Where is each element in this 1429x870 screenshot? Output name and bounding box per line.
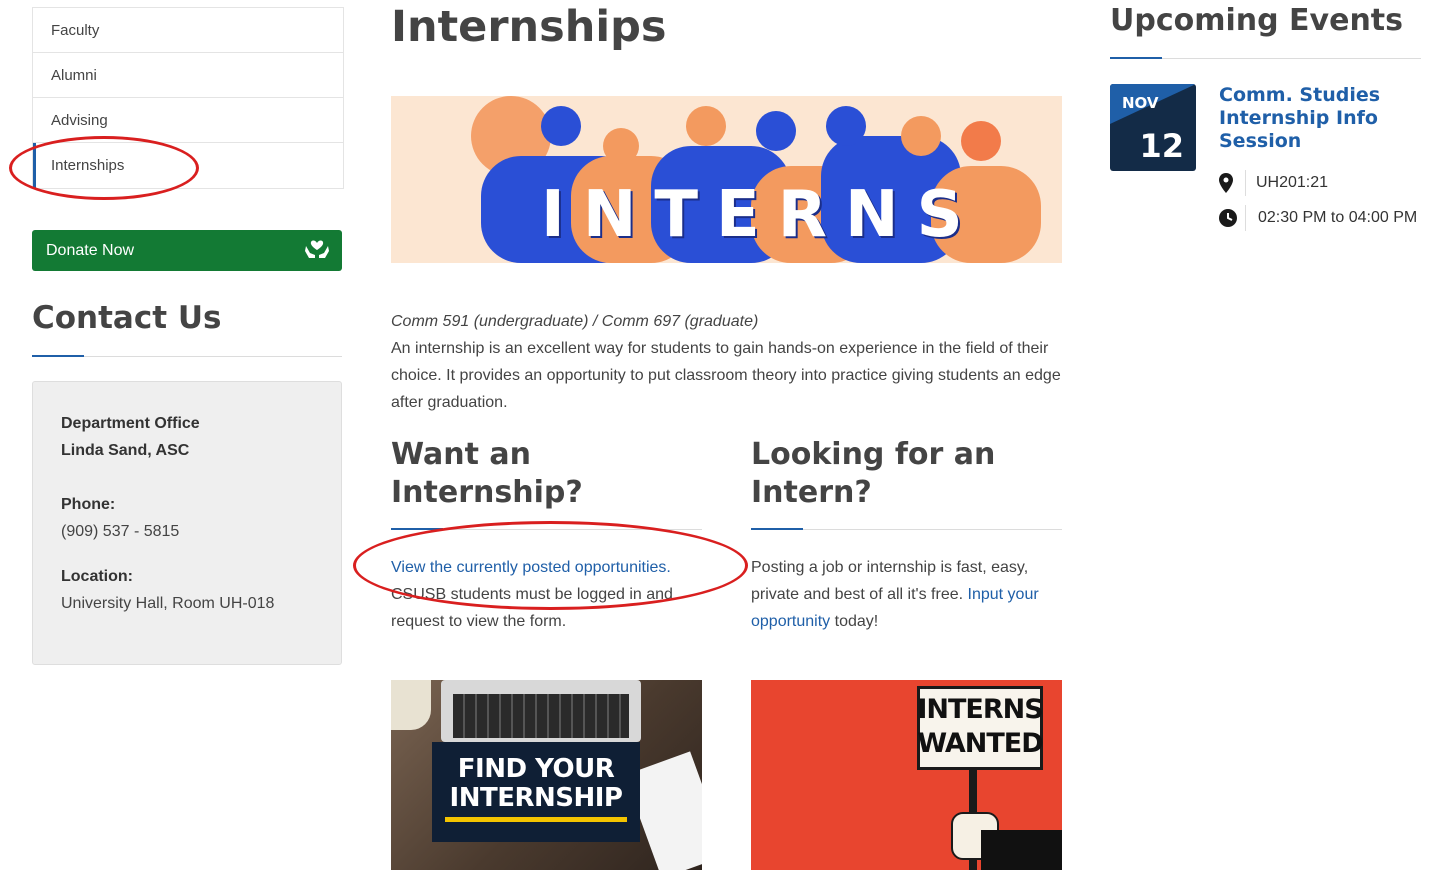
- title-line: Intern?: [751, 475, 872, 510]
- event-location-row: UH201:21: [1219, 170, 1328, 196]
- contact-box: Department Office Linda Sand, ASC Phone:…: [32, 381, 342, 665]
- login-note: CSUSB students must be logged in and req…: [391, 586, 673, 630]
- interns-wanted-image[interactable]: INTERNS WANTED: [751, 680, 1062, 870]
- image-caption: INTERNS: [917, 694, 1043, 725]
- intro-text: An internship is an excellent way for st…: [391, 340, 1061, 411]
- posting-text-end: today!: [834, 613, 879, 630]
- sidebar-item-label: Advising: [51, 111, 108, 129]
- divider-accent: [751, 528, 803, 530]
- contact-person: Linda Sand, ASC: [61, 442, 190, 459]
- course-codes: Comm 591 (undergraduate) / Comm 697 (gra…: [391, 313, 759, 330]
- sidebar-item-label: Alumni: [51, 66, 97, 84]
- phone-label: Phone:: [61, 496, 116, 513]
- donate-label: Donate Now: [46, 241, 135, 259]
- event-date-badge: NOV 12: [1110, 84, 1196, 171]
- event-title-link[interactable]: Comm. Studies Internship Info Session: [1219, 84, 1389, 153]
- map-pin-icon: [1219, 173, 1239, 193]
- sidebar-item-label: Internships: [51, 157, 125, 174]
- image-caption: FIND YOUR: [457, 754, 615, 784]
- clock-icon: [1219, 209, 1239, 227]
- event-time: 02:30 PM to 04:00 PM: [1258, 209, 1418, 226]
- contact-title: Contact Us: [32, 300, 222, 336]
- looking-for-intern-title: Looking for an Intern?: [751, 436, 995, 512]
- location-label: Location:: [61, 568, 133, 585]
- divider-accent: [1110, 57, 1162, 59]
- divider-accent: [391, 528, 443, 530]
- page-title: Internships: [391, 2, 667, 52]
- event-time-row: 02:30 PM to 04:00 PM: [1219, 205, 1417, 231]
- heart-hands-icon: [304, 237, 330, 264]
- view-opportunities-link[interactable]: View the currently posted opportunities.: [391, 559, 671, 576]
- sidebar-item-advising[interactable]: Advising: [33, 98, 343, 143]
- interns-banner-image: INTERNS: [391, 96, 1062, 263]
- location-value: University Hall, Room UH-018: [61, 595, 275, 612]
- events-title: Upcoming Events: [1110, 3, 1403, 38]
- dept-name: Department Office: [61, 415, 200, 432]
- phone-value: (909) 537 - 5815: [61, 523, 180, 540]
- event-month: NOV: [1122, 94, 1159, 112]
- donate-button[interactable]: Donate Now: [32, 230, 342, 271]
- event-day: 12: [1139, 127, 1184, 165]
- looking-for-intern-text: Posting a job or internship is fast, eas…: [751, 554, 1062, 635]
- sidebar-item-faculty[interactable]: Faculty: [33, 8, 343, 53]
- image-caption: WANTED: [917, 728, 1043, 759]
- sidebar-item-alumni[interactable]: Alumni: [33, 53, 343, 98]
- want-internship-text: View the currently posted opportunities.…: [391, 554, 702, 635]
- title-line: Looking for an: [751, 437, 996, 472]
- title-line: Want an: [391, 437, 532, 472]
- sidebar-nav: Faculty Alumni Advising Internships: [32, 7, 344, 189]
- event-location: UH201:21: [1256, 174, 1329, 191]
- banner-letters: INTERNS: [541, 178, 981, 252]
- find-internship-image[interactable]: FIND YOUR INTERNSHIP: [391, 680, 702, 870]
- divider-accent: [32, 355, 84, 357]
- sidebar-item-label: Faculty: [51, 21, 100, 39]
- sidebar-item-internships[interactable]: Internships: [33, 143, 343, 188]
- title-line: Internship?: [391, 475, 583, 510]
- image-caption: INTERNSHIP: [449, 783, 623, 813]
- want-internship-title: Want an Internship?: [391, 436, 583, 512]
